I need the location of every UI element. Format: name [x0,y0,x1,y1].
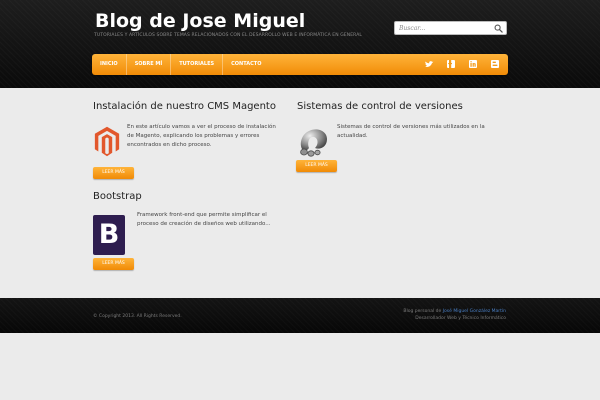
nav-menu: INICIO SOBRE MÍ TUTORIALES CONTACTO [92,54,269,75]
read-more-button[interactable]: LEER MÁS [93,258,134,270]
copyright-text: © Copyright 2013. All Rights Reserved. [93,314,182,319]
post-title[interactable]: Bootstrap [93,191,142,202]
post-title[interactable]: Sistemas de control de versiones [297,101,463,112]
footer-credit: Blog personal de José Miguel González Ma… [403,308,506,322]
author-link[interactable]: José Miguel González Martín [443,309,506,314]
post-title[interactable]: Instalación de nuestro CMS Magento [93,101,276,112]
search-icon[interactable] [494,24,503,33]
social-links [424,59,500,69]
footer-credit-line: Blog personal de José Miguel González Ma… [403,308,506,315]
nav-item-inicio[interactable]: INICIO [92,54,127,75]
bootstrap-logo-icon: B [93,215,125,255]
post-card-version-control: Sistemas de control de versiones Sistema… [296,101,511,181]
main-nav: INICIO SOBRE MÍ TUTORIALES CONTACTO [92,54,508,75]
post-excerpt: Framework front-end que permite simplifi… [137,212,271,227]
site-tagline: TUTORIALES Y ARTÍCULOS SOBRE TEMAS RELAC… [94,33,362,38]
site-header: Blog de Jose Miguel TUTORIALES Y ARTÍCUL… [0,0,600,88]
search-box [394,21,507,35]
read-more-button[interactable]: LEER MÁS [93,167,134,179]
read-more-button[interactable]: LEER MÁS [296,160,337,172]
facebook-icon[interactable] [446,59,456,69]
site-title[interactable]: Blog de Jose Miguel [95,10,305,32]
post-excerpt: En este artículo vamos a ver el proceso … [127,124,276,148]
version-control-logo-icon [300,129,327,157]
nav-item-sobre-mi[interactable]: SOBRE MÍ [127,54,172,75]
footer-texture [0,298,600,333]
nav-item-tutoriales[interactable]: TUTORIALES [171,54,224,75]
post-card-bootstrap: Bootstrap B Framework front-end que perm… [93,191,283,273]
blogger-icon[interactable] [490,59,500,69]
footer-role: Desarrollador Web y Técnico Informático [415,316,506,321]
twitter-icon[interactable] [424,59,434,69]
post-excerpt: Sistemas de control de versiones más uti… [337,124,485,139]
footer-credit-prefix: Blog personal de [403,309,443,314]
magento-logo-icon [94,126,120,157]
search-input[interactable] [399,23,489,34]
site-footer: © Copyright 2013. All Rights Reserved. B… [0,298,600,333]
nav-item-contacto[interactable]: CONTACTO [223,54,269,75]
linkedin-icon[interactable] [468,59,478,69]
post-card-magento: Instalación de nuestro CMS Magento En es… [93,101,283,181]
bootstrap-logo-letter: B [98,219,120,250]
